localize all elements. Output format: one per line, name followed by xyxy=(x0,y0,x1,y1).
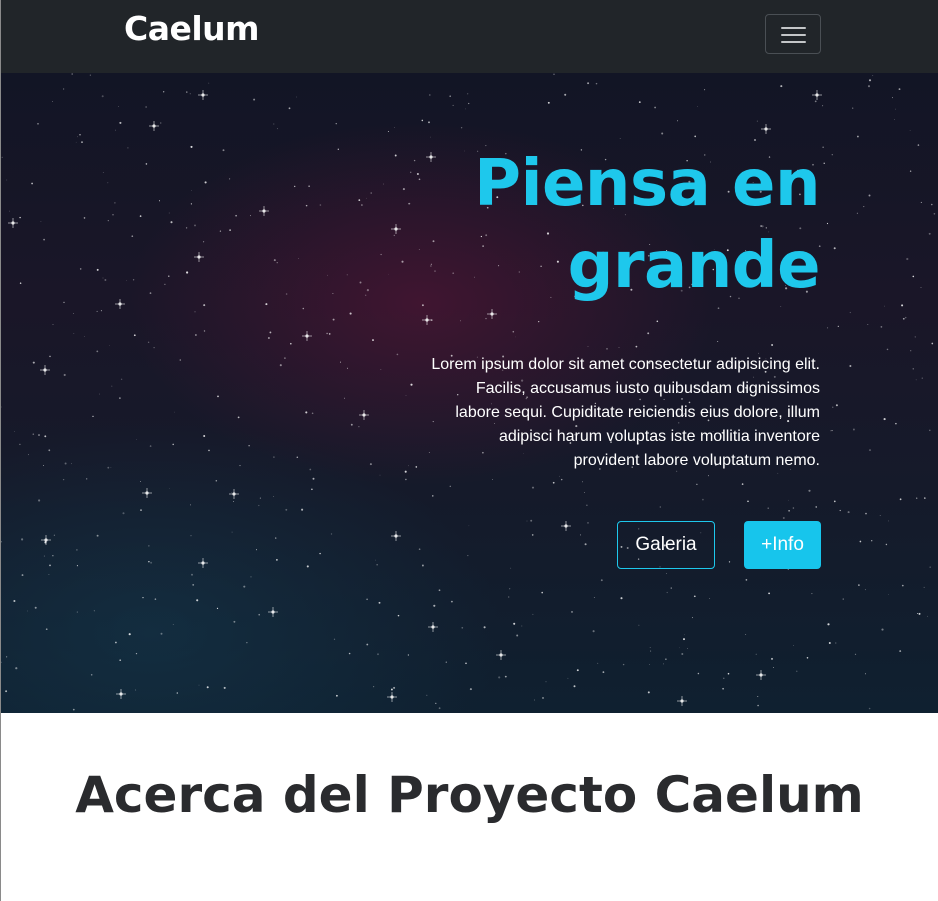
about-section-title: Acerca del Proyecto Caelum xyxy=(75,766,864,824)
navbar: Caelum xyxy=(1,0,938,73)
galeria-button[interactable]: Galeria xyxy=(617,521,715,569)
info-button[interactable]: +Info xyxy=(744,521,821,569)
hero-description: Lorem ipsum dolor sit amet consectetur a… xyxy=(431,356,820,469)
navbar-toggler-button[interactable] xyxy=(765,14,821,54)
hero-title: Piensa en grande xyxy=(474,147,820,303)
brand-logo-link[interactable]: Caelum xyxy=(124,9,260,49)
hero-section: Piensa en grande Lorem ipsum dolor sit a… xyxy=(1,73,938,713)
